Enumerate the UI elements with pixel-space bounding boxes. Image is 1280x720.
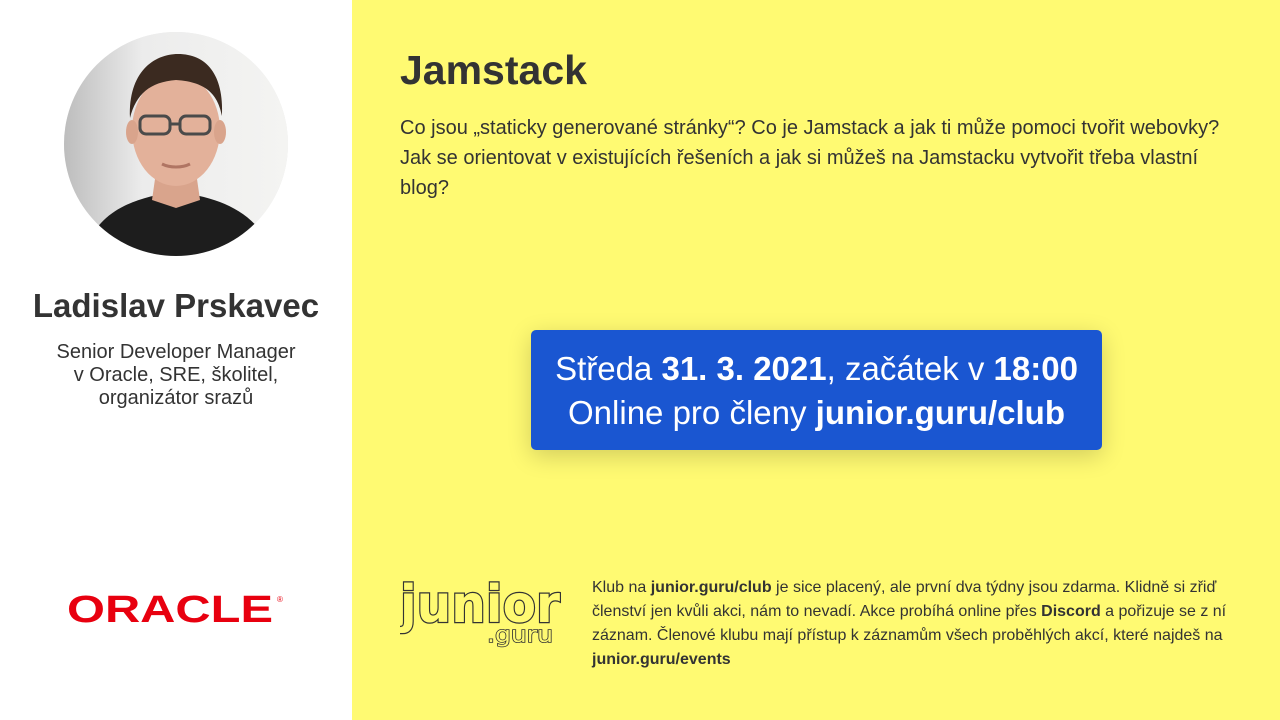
speaker-bio-line: v Oracle, SRE, školitel, [73,364,279,386]
event-date: 31. 3. 2021 [661,350,827,387]
discord-link[interactable]: Discord [1041,603,1101,620]
date-prefix: Středa [555,350,662,387]
registered-mark: ® [277,595,283,604]
club-info-text: Klub na junior.guru/club je sice placený… [592,576,1242,672]
speaker-bio-line: organizátor srazů [98,387,254,409]
oracle-logo: ORACLE ® [67,592,287,626]
junior-guru-logo: junior .guru [400,572,562,648]
events-link[interactable]: junior.guru/events [592,651,731,668]
club-info-part: Klub na [592,579,651,596]
speaker-bio: Senior Developer Manager v Oracle, SRE, … [40,341,312,410]
speaker-sidebar: Ladislav Prskavec Senior Developer Manag… [0,0,352,720]
club-url-link[interactable]: junior.guru/club [651,579,772,596]
speaker-bio-line: Senior Developer Manager [56,341,296,363]
speaker-name: Ladislav Prskavec [32,287,320,324]
event-online-line: Online pro členy junior.guru/club [531,391,1102,435]
event-title: Jamstack [400,47,587,93]
event-main: Jamstack Co jsou „staticky generované st… [352,0,1280,720]
oracle-logo-text: ORACLE [67,592,273,626]
online-prefix: Online pro členy [568,394,816,431]
oracle-logo-image: ORACLE ® [67,592,283,626]
event-date-line: Středa 31. 3. 2021, začátek v 18:00 [531,347,1102,391]
event-time: 18:00 [993,350,1078,387]
speaker-portrait-image [64,32,288,256]
logo-suffix: .guru [487,623,553,648]
junior-guru-logo-image: junior .guru [400,574,562,648]
club-link[interactable]: junior.guru/club [816,394,1065,431]
time-prefix: , začátek v [826,350,994,387]
speaker-photo [64,32,288,256]
event-description: Co jsou „staticky generované stránky“? C… [400,117,1220,199]
event-details-box: Středa 31. 3. 2021, začátek v 18:00 Onli… [531,330,1102,450]
